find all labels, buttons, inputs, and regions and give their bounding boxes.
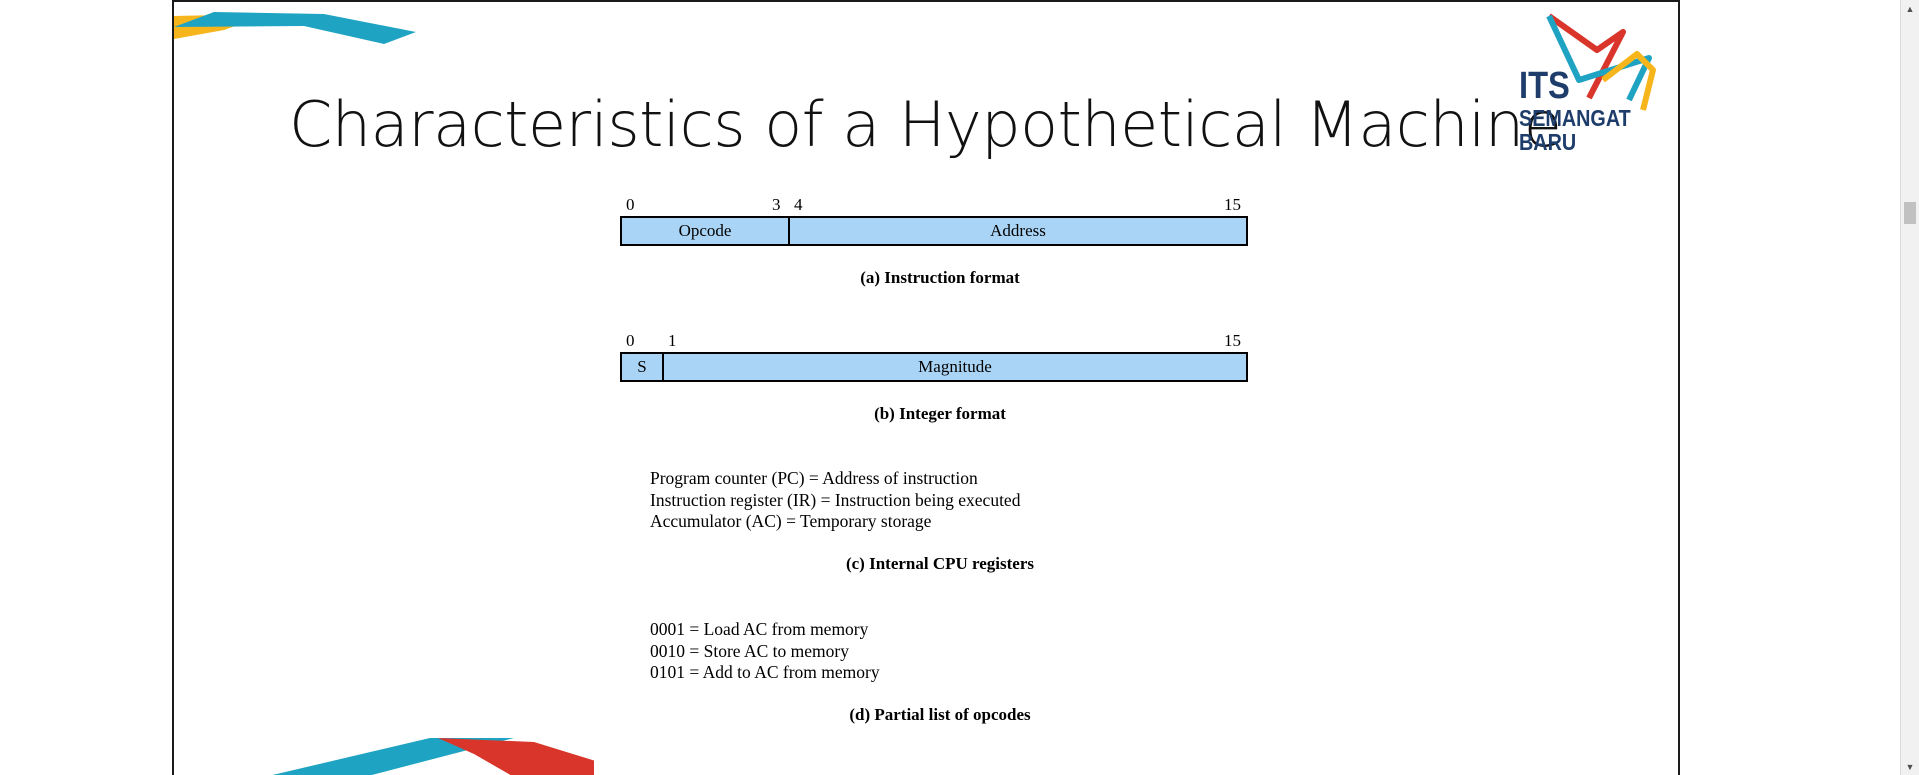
- scrollbar-thumb[interactable]: [1904, 202, 1916, 224]
- address-field: Address: [990, 221, 1046, 240]
- document-viewer: Characteristics of a Hypothetical Machin…: [0, 0, 1900, 775]
- logo-text-semangat: SEMANGAT: [1519, 105, 1631, 131]
- register-line-pc: Program counter (PC) = Address of instru…: [650, 468, 978, 488]
- tick-label: 15: [1224, 195, 1241, 214]
- top-left-decoration: [174, 12, 416, 44]
- tick-label: 0: [626, 331, 635, 350]
- vertical-scrollbar[interactable]: ▲ ▼: [1900, 0, 1919, 775]
- logo-text-baru: BARU: [1519, 129, 1577, 155]
- tick-label: 3: [772, 195, 781, 214]
- its-logo: ITS SEMANGAT BARU: [1519, 10, 1678, 160]
- bottom-left-decoration: [272, 738, 594, 775]
- scroll-up-arrow-icon[interactable]: ▲: [1901, 0, 1919, 17]
- opcode-field: Opcode: [622, 218, 790, 244]
- caption-cpu-registers: (c) Internal CPU registers: [845, 554, 1035, 573]
- opcode-list: 0001 = Load AC from memory 0010 = Store …: [650, 619, 880, 684]
- opcode-line-store: 0010 = Store AC to memory: [650, 640, 849, 661]
- integer-format-bar: S Magnitude: [620, 352, 1248, 382]
- instruction-format-bar: Opcode Address: [620, 216, 1248, 246]
- caption-integer-format: (b) Integer format: [874, 404, 1006, 423]
- caption-instruction-format: (a) Instruction format: [860, 268, 1020, 287]
- tick-label: 1: [668, 331, 677, 350]
- opcode-line-load: 0001 = Load AC from memory: [650, 619, 869, 639]
- register-list: Program counter (PC) = Address of instru…: [650, 468, 1020, 533]
- slide-title: Characteristics of a Hypothetical Machin…: [289, 88, 1562, 161]
- magnitude-field: Magnitude: [918, 357, 992, 376]
- opcode-line-add: 0101 = Add to AC from memory: [650, 662, 880, 682]
- caption-opcode-list: (d) Partial list of opcodes: [849, 705, 1031, 724]
- scroll-down-arrow-icon[interactable]: ▼: [1901, 758, 1919, 775]
- sign-field: S: [622, 354, 664, 380]
- register-line-ac: Accumulator (AC) = Temporary storage: [650, 511, 932, 531]
- tick-label: 4: [794, 195, 803, 214]
- tick-label: 0: [626, 195, 635, 214]
- register-line-ir: Instruction register (IR) = Instruction …: [650, 489, 1021, 510]
- slide: Characteristics of a Hypothetical Machin…: [172, 0, 1680, 775]
- logo-text-its: ITS: [1519, 65, 1570, 107]
- tick-label: 15: [1224, 331, 1241, 350]
